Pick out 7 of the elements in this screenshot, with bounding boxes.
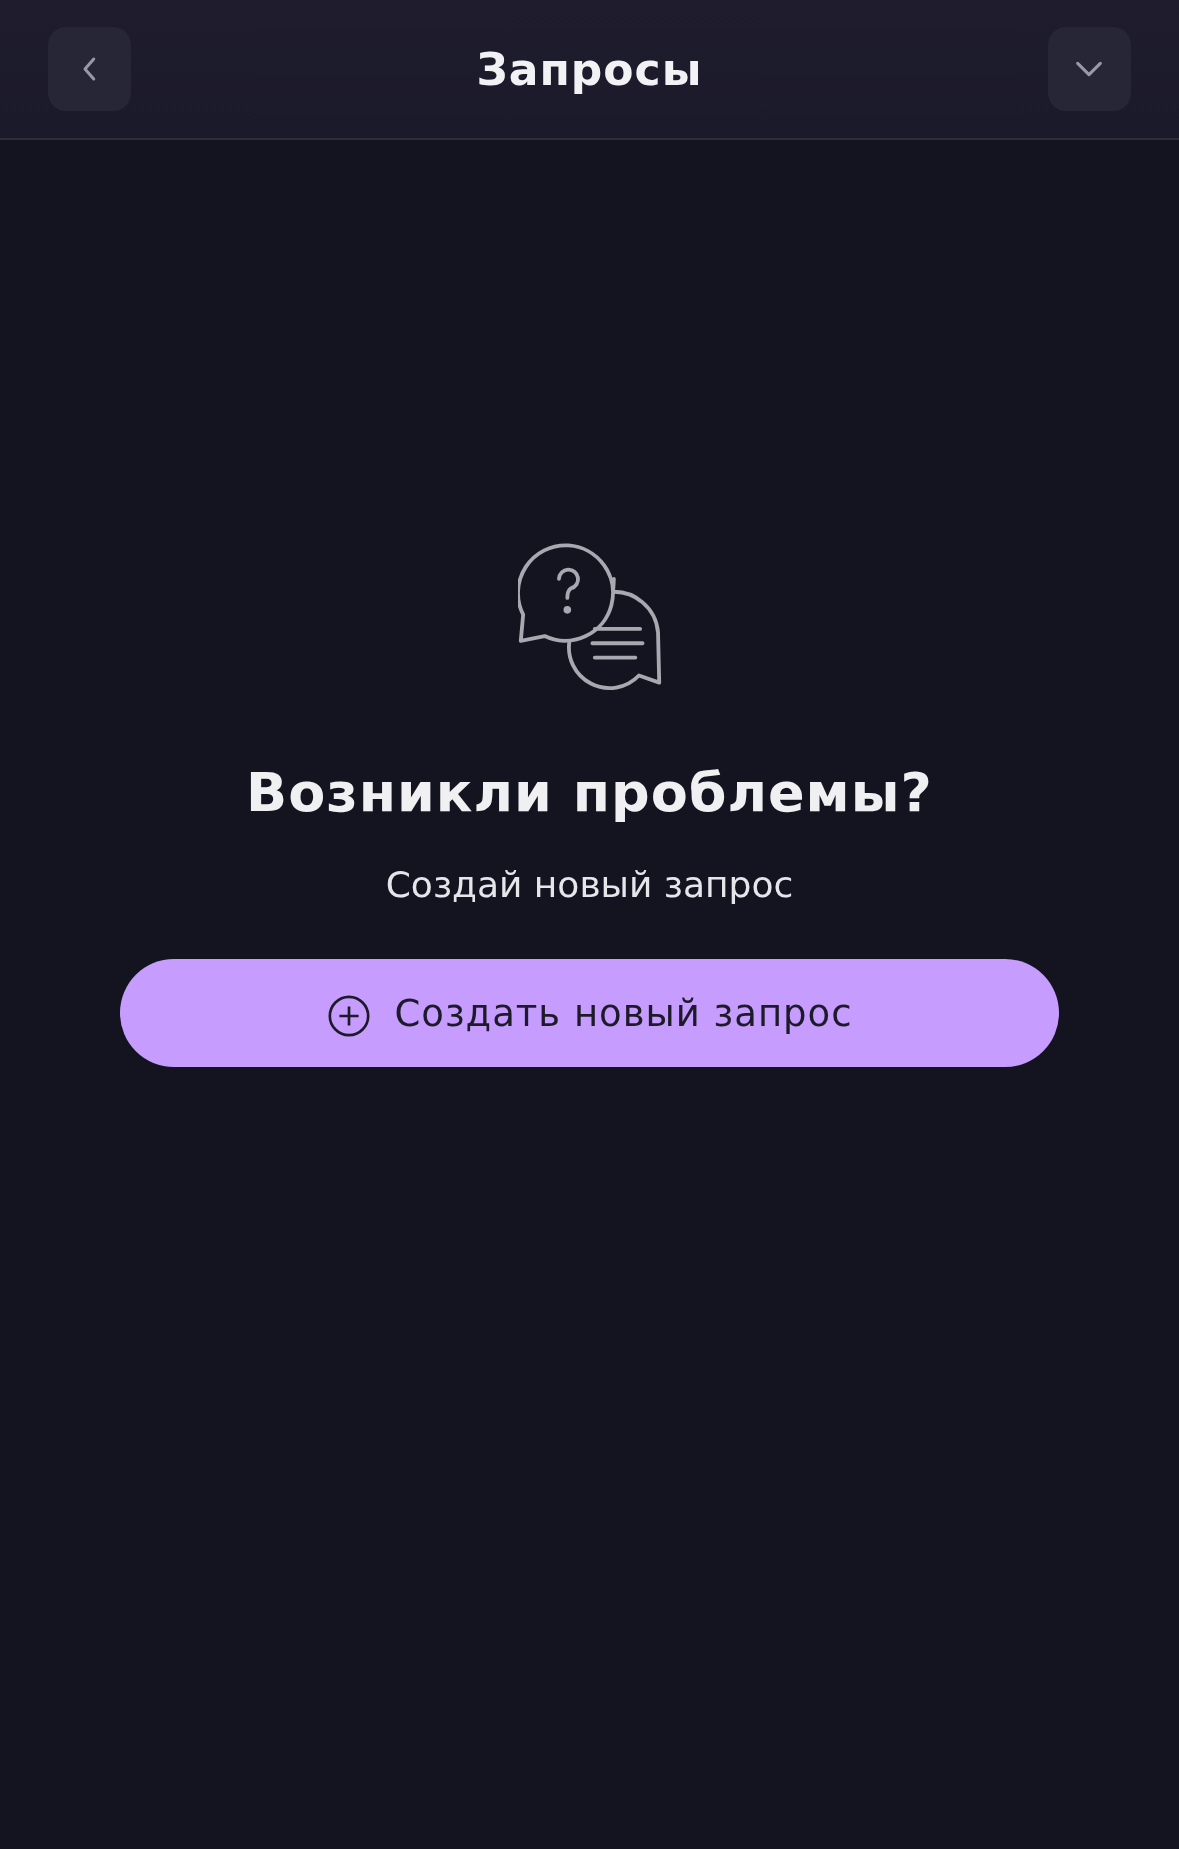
question-chat-icon <box>517 543 662 691</box>
create-request-button[interactable]: Создать новый запрос <box>120 959 1059 1067</box>
screen-title: Запросы <box>476 43 703 95</box>
empty-state-subtitle: Создай новый запрос <box>385 864 794 905</box>
empty-state-heading: Возникли проблемы? <box>246 761 933 824</box>
back-button[interactable] <box>48 27 131 111</box>
collapse-button[interactable] <box>1048 27 1131 111</box>
